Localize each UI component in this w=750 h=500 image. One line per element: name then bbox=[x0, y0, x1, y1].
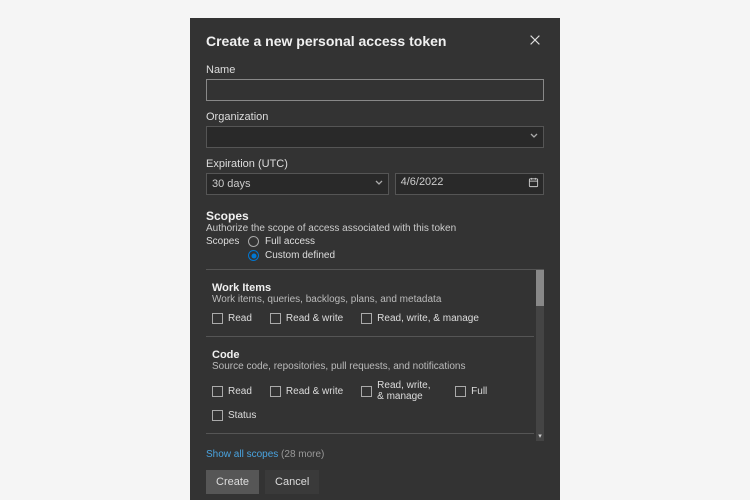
checkbox-icon bbox=[361, 313, 372, 324]
scopes-label: Scopes bbox=[206, 236, 240, 247]
scopes-description: Authorize the scope of access associated… bbox=[206, 223, 544, 234]
scope-category-work-items: Work Items Work items, queries, backlogs… bbox=[206, 270, 534, 337]
expiration-date-input[interactable]: 4/6/2022 bbox=[395, 173, 544, 195]
scrollbar[interactable]: ▾ bbox=[536, 270, 544, 441]
dialog-footer: Create Cancel bbox=[206, 470, 544, 494]
category-title: Work Items bbox=[212, 282, 528, 294]
checkbox-icon bbox=[361, 386, 372, 397]
organization-label: Organization bbox=[206, 111, 544, 123]
category-description: Source code, repositories, pull requests… bbox=[212, 361, 528, 372]
perm-checkbox-read-write-manage[interactable]: Read, write, & manage bbox=[361, 313, 479, 324]
create-pat-dialog: Create a new personal access token Name … bbox=[190, 18, 560, 500]
scroll-down-icon[interactable]: ▾ bbox=[536, 433, 544, 441]
perm-checkbox-read[interactable]: Read bbox=[212, 380, 252, 402]
scopes-heading: Scopes bbox=[206, 209, 544, 223]
organization-select[interactable] bbox=[206, 126, 544, 148]
perm-checkbox-read-write[interactable]: Read & write bbox=[270, 313, 343, 324]
cancel-button[interactable]: Cancel bbox=[265, 470, 319, 494]
show-all-scopes-count: (28 more) bbox=[281, 449, 324, 460]
scope-radio-custom-defined[interactable]: Custom defined bbox=[248, 250, 335, 261]
perm-checkbox-full[interactable]: Full bbox=[455, 380, 487, 402]
radio-icon bbox=[248, 236, 259, 247]
create-button[interactable]: Create bbox=[206, 470, 259, 494]
radio-icon bbox=[248, 250, 259, 261]
show-all-scopes: Show all scopes (28 more) bbox=[206, 449, 544, 460]
dialog-title: Create a new personal access token bbox=[206, 33, 446, 49]
scope-radio-full-access[interactable]: Full access bbox=[248, 236, 335, 247]
radio-label-full: Full access bbox=[265, 236, 315, 247]
name-field-group: Name bbox=[206, 64, 544, 101]
show-all-scopes-link[interactable]: Show all scopes bbox=[206, 449, 278, 460]
category-title: Code bbox=[212, 349, 528, 361]
checkbox-icon bbox=[212, 313, 223, 324]
truncated-category: - - - bbox=[206, 434, 534, 441]
checkbox-icon bbox=[212, 386, 223, 397]
close-icon bbox=[528, 35, 542, 50]
perm-checkbox-read-write-manage[interactable]: Read, write, & manage bbox=[361, 380, 437, 402]
category-description: Work items, queries, backlogs, plans, an… bbox=[212, 294, 528, 305]
perm-checkbox-read[interactable]: Read bbox=[212, 313, 252, 324]
name-input[interactable] bbox=[206, 79, 544, 101]
scrollbar-thumb[interactable] bbox=[536, 270, 544, 306]
expiration-period-select[interactable]: 30 days bbox=[206, 173, 389, 195]
checkbox-icon bbox=[270, 313, 281, 324]
perm-checkbox-read-write[interactable]: Read & write bbox=[270, 380, 343, 402]
scope-list: ▾ Work Items Work items, queries, backlo… bbox=[206, 269, 544, 441]
name-label: Name bbox=[206, 64, 544, 76]
radio-label-custom: Custom defined bbox=[265, 250, 335, 261]
expiration-field-group: Expiration (UTC) 30 days 4/6/2022 bbox=[206, 158, 544, 195]
scope-category-code: Code Source code, repositories, pull req… bbox=[206, 337, 534, 434]
scopes-section: Scopes Authorize the scope of access ass… bbox=[206, 209, 544, 460]
checkbox-icon bbox=[212, 410, 223, 421]
expiration-label: Expiration (UTC) bbox=[206, 158, 544, 170]
checkbox-icon bbox=[455, 386, 466, 397]
checkbox-icon bbox=[270, 386, 281, 397]
close-button[interactable] bbox=[526, 32, 544, 50]
organization-field-group: Organization bbox=[206, 111, 544, 148]
perm-checkbox-status[interactable]: Status bbox=[212, 410, 256, 421]
dialog-header: Create a new personal access token bbox=[206, 32, 544, 50]
